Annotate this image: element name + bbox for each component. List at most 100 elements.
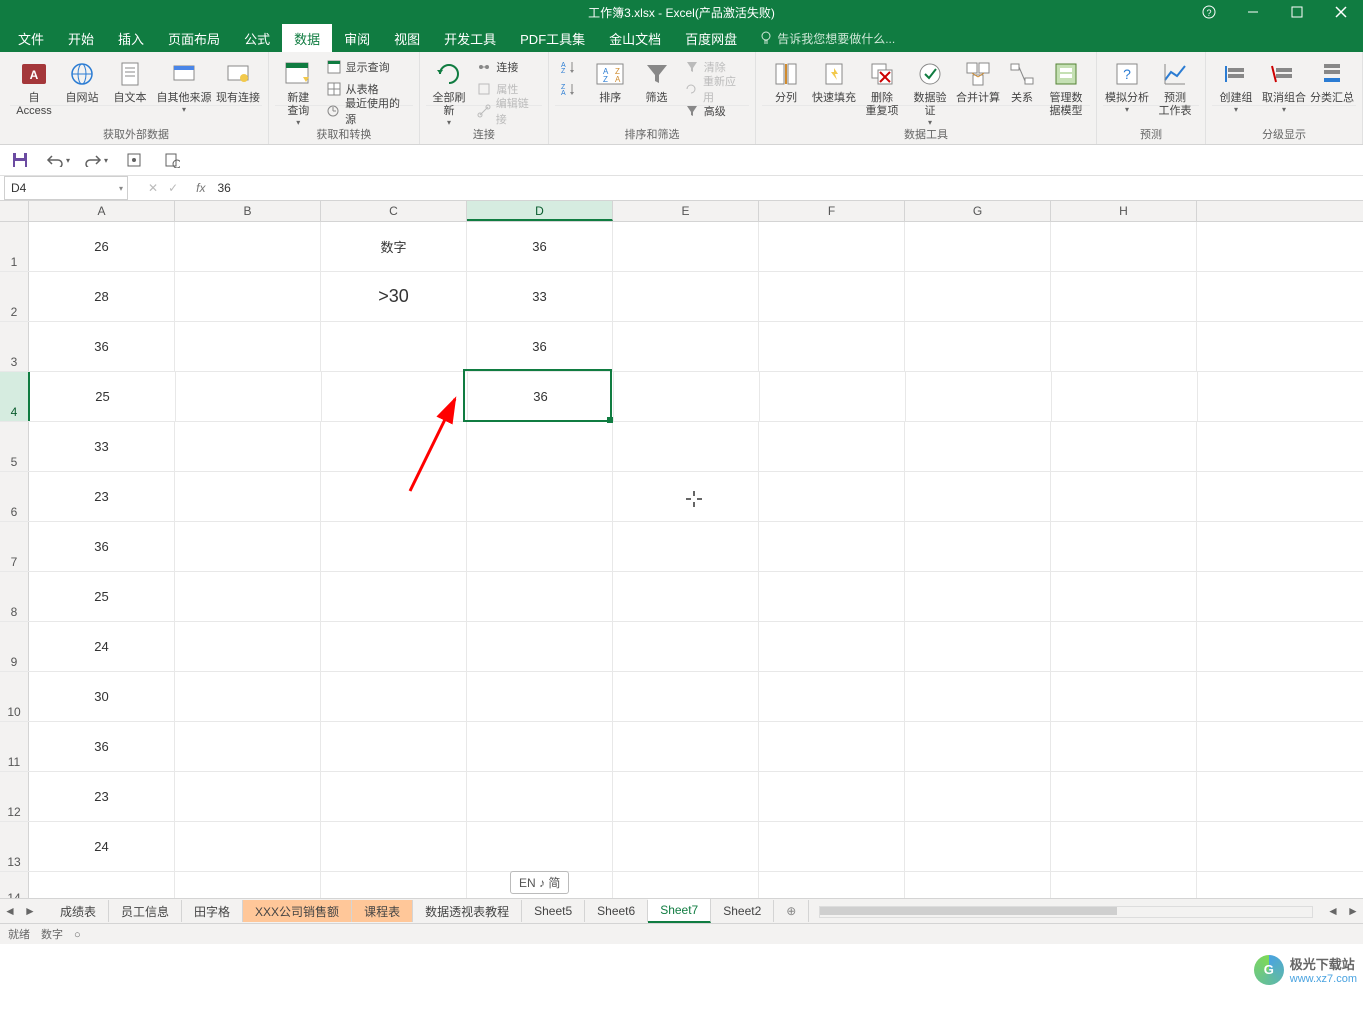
menu-tab-pdftools[interactable]: PDF工具集 <box>508 24 597 52</box>
cell[interactable] <box>175 322 321 371</box>
relationships-button[interactable]: 关系 <box>1002 56 1042 107</box>
cell[interactable] <box>467 722 613 771</box>
refresh-all-button[interactable]: 全部刷新▾ <box>426 56 473 129</box>
cell[interactable] <box>759 772 905 821</box>
cell[interactable] <box>905 772 1051 821</box>
row-header[interactable]: 13 <box>0 822 29 871</box>
flash-fill-button[interactable]: 快速填充 <box>810 56 858 107</box>
cell[interactable] <box>759 872 905 898</box>
cell[interactable] <box>29 872 175 898</box>
cell[interactable] <box>759 522 905 571</box>
sheet-tab[interactable]: 田字格 <box>182 900 243 922</box>
menu-tab-developer[interactable]: 开发工具 <box>432 24 508 52</box>
sheet-tab[interactable]: 成绩表 <box>48 900 109 922</box>
cell[interactable] <box>759 722 905 771</box>
name-box[interactable]: D4▾ <box>4 176 128 200</box>
cell[interactable] <box>613 222 759 271</box>
save-button[interactable] <box>8 148 32 172</box>
cell[interactable] <box>321 872 467 898</box>
menu-tab-review[interactable]: 审阅 <box>332 24 382 52</box>
cell[interactable] <box>175 672 321 721</box>
cell[interactable] <box>175 422 321 471</box>
scroll-left[interactable]: ◄ <box>1323 904 1343 918</box>
cell[interactable] <box>759 622 905 671</box>
cell[interactable] <box>1051 222 1197 271</box>
spreadsheet-grid[interactable]: A B C D E F G H 126数字36228>3033336364253… <box>0 201 1363 898</box>
forecast-sheet-button[interactable]: 预测 工作表 <box>1151 56 1199 120</box>
row-header[interactable]: 9 <box>0 622 29 671</box>
sort-az-button[interactable]: AZ <box>555 56 583 78</box>
maximize-button[interactable] <box>1275 0 1319 24</box>
cell[interactable] <box>1051 272 1197 321</box>
cell[interactable] <box>905 222 1051 271</box>
cell[interactable] <box>175 622 321 671</box>
cell[interactable] <box>759 272 905 321</box>
cell[interactable] <box>905 322 1051 371</box>
cell[interactable] <box>321 772 467 821</box>
menu-tab-insert[interactable]: 插入 <box>106 24 156 52</box>
cell[interactable]: 36 <box>29 522 175 571</box>
cell[interactable] <box>613 822 759 871</box>
row-header[interactable]: 3 <box>0 322 29 371</box>
cell[interactable]: 33 <box>29 422 175 471</box>
cell[interactable] <box>905 672 1051 721</box>
row-header[interactable]: 10 <box>0 672 29 721</box>
new-query-button[interactable]: 新建 查询▾ <box>275 56 322 129</box>
col-header-G[interactable]: G <box>905 201 1051 221</box>
cell[interactable] <box>467 472 613 521</box>
menu-tab-home[interactable]: 开始 <box>56 24 106 52</box>
cell[interactable] <box>1051 822 1197 871</box>
cell[interactable] <box>905 872 1051 898</box>
row-header[interactable]: 1 <box>0 222 29 271</box>
sheet-tab[interactable]: XXX公司销售额 <box>243 900 352 922</box>
cell[interactable]: 25 <box>30 372 176 421</box>
filter-button[interactable]: 筛选 <box>633 56 679 107</box>
cell[interactable] <box>1051 872 1197 898</box>
cell[interactable] <box>175 472 321 521</box>
col-header-B[interactable]: B <box>175 201 321 221</box>
cell[interactable] <box>759 322 905 371</box>
edit-links-button[interactable]: 编辑链接 <box>472 100 542 122</box>
minimize-button[interactable] <box>1231 0 1275 24</box>
from-web-button[interactable]: 自网站 <box>58 56 106 107</box>
cell[interactable] <box>321 672 467 721</box>
tell-me[interactable]: 告诉我您想要做什么... <box>759 24 895 52</box>
cell[interactable] <box>1051 722 1197 771</box>
sheet-tab[interactable]: Sheet6 <box>585 900 648 922</box>
cell[interactable]: 数字 <box>321 222 467 271</box>
recent-sources-button[interactable]: 最近使用的源 <box>322 100 413 122</box>
cell[interactable] <box>321 822 467 871</box>
cell[interactable]: 24 <box>29 822 175 871</box>
cell[interactable] <box>613 572 759 621</box>
cell[interactable] <box>613 672 759 721</box>
cell[interactable] <box>321 722 467 771</box>
consolidate-button[interactable]: 合并计算 <box>954 56 1002 107</box>
cell[interactable] <box>175 222 321 271</box>
sheet-tab[interactable]: 课程表 <box>352 900 413 922</box>
confirm-formula-icon[interactable]: ✓ <box>168 181 178 195</box>
cell[interactable]: 36 <box>467 322 613 371</box>
cell[interactable] <box>175 722 321 771</box>
cell[interactable] <box>613 472 759 521</box>
menu-tab-jinshan[interactable]: 金山文档 <box>597 24 673 52</box>
cell[interactable] <box>905 422 1051 471</box>
sheet-tab[interactable]: 员工信息 <box>109 900 182 922</box>
cell[interactable]: >30 <box>321 272 467 321</box>
cell[interactable]: 24 <box>29 622 175 671</box>
cell[interactable] <box>467 622 613 671</box>
fx-icon[interactable]: fx <box>196 181 205 195</box>
col-header-H[interactable]: H <box>1051 201 1197 221</box>
menu-tab-view[interactable]: 视图 <box>382 24 432 52</box>
cell[interactable] <box>613 872 759 898</box>
cell[interactable] <box>467 522 613 571</box>
cell[interactable]: 30 <box>29 672 175 721</box>
cell[interactable] <box>905 472 1051 521</box>
close-button[interactable] <box>1319 0 1363 24</box>
cell[interactable]: 26 <box>29 222 175 271</box>
col-header-A[interactable]: A <box>29 201 175 221</box>
cell[interactable] <box>613 272 759 321</box>
sort-za-button[interactable]: ZA <box>555 78 583 100</box>
row-header[interactable]: 7 <box>0 522 29 571</box>
cell[interactable] <box>321 572 467 621</box>
menu-tab-formulas[interactable]: 公式 <box>232 24 282 52</box>
